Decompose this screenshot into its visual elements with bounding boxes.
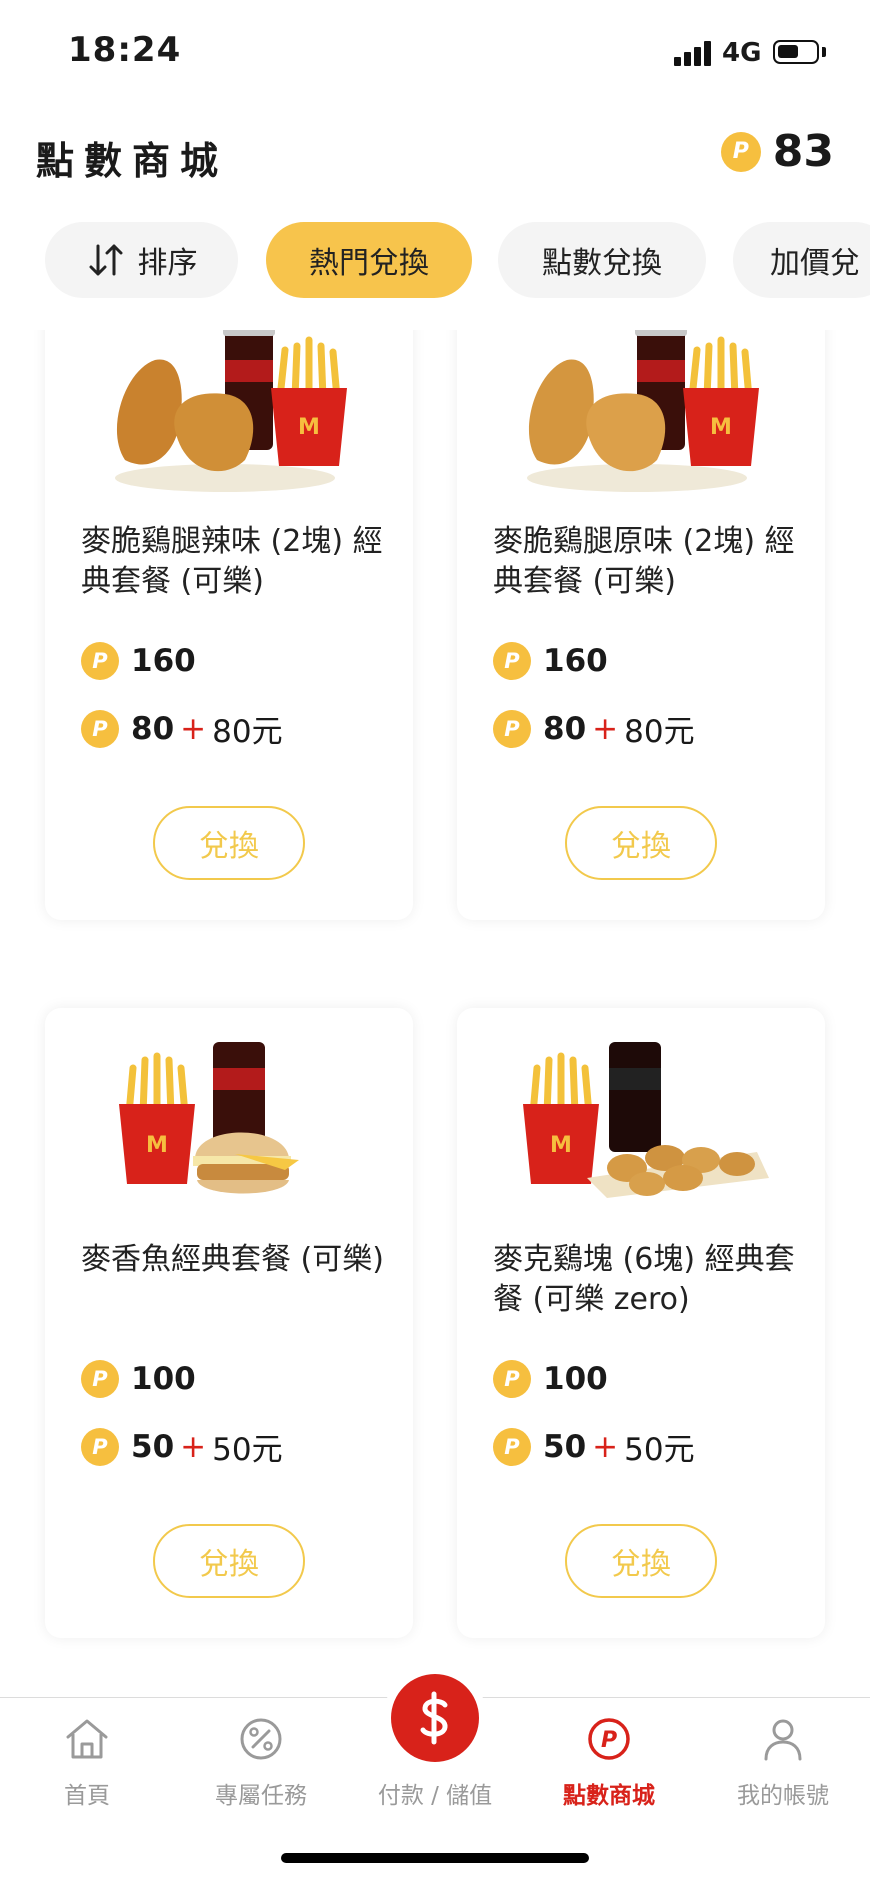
points-coin-icon: P: [81, 642, 119, 680]
combo-price: P 80 + 80元: [81, 706, 283, 751]
signal-icon: [674, 40, 712, 66]
battery-cap: [822, 47, 826, 57]
points-coin-icon: P: [493, 1427, 531, 1466]
status-bar: 18:24 4G: [0, 0, 870, 110]
points-coin-icon: P: [81, 1427, 119, 1466]
combo-points-value: 50: [131, 1428, 175, 1465]
points-price: P 100: [81, 1360, 196, 1398]
product-card[interactable]: M 麥脆鷄腿辣味 (2塊) 經典套餐 (可樂) P 160 P 80 + 80元…: [45, 330, 413, 920]
sort-label: 排序: [137, 246, 198, 281]
network-type: 4G: [722, 38, 762, 68]
nav-item-points-mall[interactable]: P 點數商城: [522, 1698, 696, 1809]
nuggets-meal-image: M: [523, 1042, 769, 1198]
fish-burger-meal-image: M: [119, 1042, 299, 1194]
product-card[interactable]: M 麥克鷄塊 (6塊) 經典套餐 (可樂 zero) P 100 P 50 + …: [457, 1008, 825, 1638]
nav-label: 專屬任務: [215, 1783, 307, 1809]
combo-points-value: 50: [543, 1428, 587, 1465]
points-coin-icon: P: [720, 131, 761, 172]
home-icon: [66, 1719, 108, 1759]
chip-label: 點數兌換: [542, 246, 662, 281]
dollar-icon: [420, 1691, 448, 1745]
points-balance-value: 83: [772, 126, 834, 177]
chip-points[interactable]: 點數兌換: [498, 222, 706, 298]
svg-text:M: M: [298, 415, 320, 440]
nav-label: 首頁: [64, 1783, 110, 1809]
battery-icon: [773, 40, 819, 64]
svg-text:M: M: [710, 415, 732, 440]
points-icon: P: [588, 1718, 630, 1760]
cash-amount: 80元: [624, 714, 695, 750]
points-value: 100: [131, 1361, 196, 1397]
nav-label: 付款 / 儲值: [377, 1783, 493, 1809]
plus-sign: +: [592, 1428, 619, 1465]
nav-label: 我的帳號: [737, 1783, 829, 1809]
cash-amount: 80元: [212, 714, 283, 750]
points-coin-icon: P: [81, 1360, 119, 1398]
points-coin-icon: P: [493, 1360, 531, 1398]
product-grid[interactable]: M 麥脆鷄腿辣味 (2塊) 經典套餐 (可樂) P 160 P 80 + 80元…: [0, 330, 870, 1697]
combo-price: P 50 + 50元: [493, 1424, 695, 1469]
points-value: 160: [543, 643, 608, 679]
combo-points-value: 80: [131, 710, 175, 747]
chip-label: 熱門兌換: [309, 246, 429, 281]
plus-sign: +: [180, 710, 207, 747]
chicken-meal-image: M: [115, 330, 347, 492]
plus-sign: +: [180, 1428, 207, 1465]
user-icon: [764, 1719, 802, 1761]
filter-chips: 排序 熱門兌換 點數兌換 加價兌: [0, 222, 870, 300]
combo-points-value: 80: [543, 710, 587, 747]
redeem-button[interactable]: 兌換: [565, 806, 717, 880]
svg-text:P: P: [601, 1728, 617, 1753]
redeem-button[interactable]: 兌換: [565, 1524, 717, 1598]
points-price: P 160: [81, 642, 196, 680]
product-card[interactable]: M 麥脆鷄腿原味 (2塊) 經典套餐 (可樂) P 160 P 80 + 80元…: [457, 330, 825, 920]
redeem-button[interactable]: 兌換: [153, 806, 305, 880]
combo-price: P 50 + 50元: [81, 1424, 283, 1469]
cash-amount: 50元: [212, 1432, 283, 1468]
nav-item-account[interactable]: 我的帳號: [696, 1698, 870, 1809]
sort-icon: [89, 244, 122, 276]
svg-text:M: M: [146, 1133, 168, 1158]
cash-amount: 50元: [624, 1432, 695, 1468]
home-indicator: [281, 1853, 589, 1863]
points-value: 100: [543, 1361, 608, 1397]
chip-add-price[interactable]: 加價兌: [733, 222, 870, 298]
points-coin-icon: P: [493, 642, 531, 680]
product-name: 麥香魚經典套餐 (可樂): [81, 1242, 384, 1277]
percent-badge-icon: [240, 1718, 282, 1760]
points-price: P 160: [493, 642, 608, 680]
points-coin-icon: P: [81, 709, 119, 748]
product-name: 麥脆鷄腿原味 (2塊) 經典套餐 (可樂): [493, 524, 795, 599]
sort-button[interactable]: 排序: [45, 222, 238, 298]
product-name: 麥克鷄塊 (6塊) 經典套餐 (可樂 zero): [493, 1242, 795, 1317]
pay-button[interactable]: [391, 1674, 479, 1762]
product-name: 麥脆鷄腿辣味 (2塊) 經典套餐 (可樂): [81, 524, 383, 599]
page-title: 點數商城: [36, 139, 229, 183]
nav-item-home[interactable]: 首頁: [0, 1698, 174, 1809]
svg-text:M: M: [550, 1133, 572, 1158]
points-balance[interactable]: P 83: [720, 126, 834, 177]
chip-popular[interactable]: 熱門兌換: [266, 222, 472, 298]
product-card[interactable]: M 麥香魚經典套餐 (可樂) P 100 P 50 + 50元 兌換: [45, 1008, 413, 1638]
combo-price: P 80 + 80元: [493, 706, 695, 751]
status-time: 18:24: [68, 30, 182, 70]
redeem-button[interactable]: 兌換: [153, 1524, 305, 1598]
nav-item-missions[interactable]: 專屬任務: [174, 1698, 348, 1809]
points-coin-icon: P: [493, 709, 531, 748]
plus-sign: +: [592, 710, 619, 747]
chip-label: 加價兌: [770, 246, 860, 281]
nav-label: 點數商城: [563, 1783, 655, 1809]
points-value: 160: [131, 643, 196, 679]
points-price: P 100: [493, 1360, 608, 1398]
chicken-meal-image: M: [527, 330, 759, 492]
